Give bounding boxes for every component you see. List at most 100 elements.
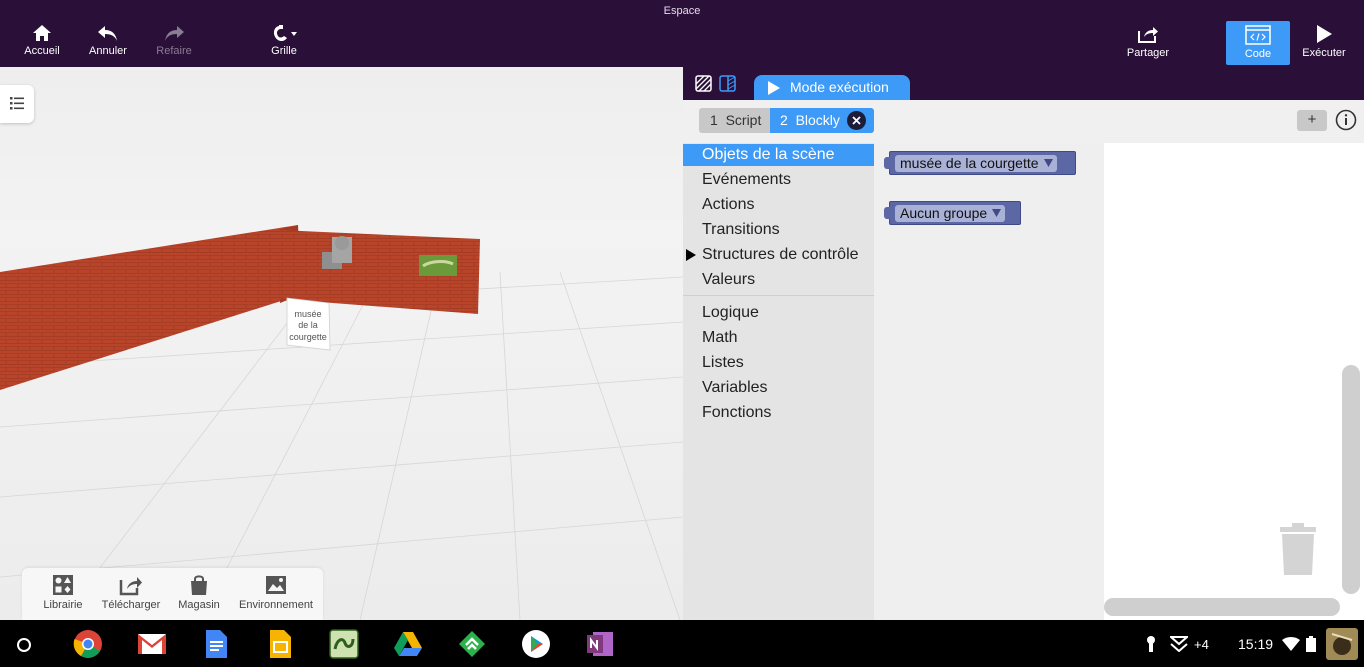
trash-icon[interactable] bbox=[1276, 521, 1320, 577]
clock[interactable]: 15:19 bbox=[1238, 636, 1273, 652]
list-icon bbox=[10, 97, 24, 110]
category-label: Logique bbox=[702, 304, 759, 321]
category-label: Listes bbox=[702, 354, 744, 371]
slides-icon[interactable] bbox=[265, 629, 295, 659]
redo-button[interactable]: Refaire bbox=[142, 24, 206, 57]
close-tab-button[interactable] bbox=[847, 111, 866, 130]
key-icon[interactable] bbox=[1143, 635, 1159, 653]
undo-button[interactable]: Annuler bbox=[76, 24, 140, 57]
run-button[interactable]: Exécuter bbox=[1292, 24, 1356, 59]
os-taskbar: +4 15:19 bbox=[0, 620, 1364, 667]
category-events[interactable]: Evénements bbox=[683, 169, 874, 191]
sign-line-2: de la bbox=[298, 320, 318, 330]
block-connector bbox=[884, 207, 891, 219]
library-button[interactable]: Librairie bbox=[40, 574, 86, 611]
feedly-icon[interactable] bbox=[457, 629, 487, 659]
app-icon-green[interactable] bbox=[329, 629, 359, 659]
wifi-icon[interactable] bbox=[1282, 636, 1300, 652]
category-functions[interactable]: Fonctions bbox=[683, 402, 874, 424]
tab-script[interactable]: 1 Script bbox=[699, 108, 770, 133]
panel-header: Mode exécution bbox=[683, 67, 1364, 100]
scene-list-button[interactable] bbox=[0, 85, 34, 123]
share-button[interactable]: Partager bbox=[1116, 24, 1180, 59]
blockly-toolbox: Objets de la scène Evénements Actions Tr… bbox=[683, 143, 874, 620]
play-store-icon[interactable] bbox=[521, 629, 551, 659]
category-label: Variables bbox=[702, 379, 768, 396]
info-icon[interactable] bbox=[1335, 109, 1357, 131]
drive-icon[interactable] bbox=[393, 629, 423, 659]
share-label: Partager bbox=[1126, 47, 1170, 59]
dropdown-arrow-icon bbox=[1043, 159, 1053, 167]
museum-sign[interactable]: musée de la courgette bbox=[286, 297, 331, 351]
scene-object-block[interactable]: musée de la courgette bbox=[884, 151, 1076, 175]
home-button[interactable]: Accueil bbox=[10, 24, 74, 57]
run-label: Exécuter bbox=[1302, 47, 1346, 59]
upload-button[interactable]: Télécharger bbox=[98, 574, 164, 611]
redo-label: Refaire bbox=[156, 45, 192, 57]
shopping-bag-icon bbox=[191, 575, 207, 595]
play-icon bbox=[1317, 25, 1332, 43]
category-logic[interactable]: Logique bbox=[683, 302, 874, 324]
category-lists[interactable]: Listes bbox=[683, 352, 874, 374]
toolbox-separator bbox=[683, 295, 874, 296]
library-icon bbox=[53, 575, 73, 595]
category-scene-objects[interactable]: Objets de la scène bbox=[683, 144, 874, 166]
category-math[interactable]: Math bbox=[683, 327, 874, 349]
scene-canvas[interactable]: musée de la courgette bbox=[0, 67, 683, 620]
add-script-button[interactable]: + bbox=[1297, 110, 1327, 131]
blockly-flyout: musée de la courgette Aucun groupe bbox=[874, 143, 1104, 620]
group-block[interactable]: Aucun groupe bbox=[884, 201, 1021, 225]
category-label: Actions bbox=[702, 196, 755, 213]
share-icon bbox=[1138, 27, 1158, 43]
home-label: Accueil bbox=[24, 45, 60, 57]
tab-script-label: 1 Script bbox=[710, 112, 762, 128]
split-view-icon[interactable] bbox=[695, 75, 712, 92]
panel-layout-icon[interactable] bbox=[719, 75, 736, 92]
environment-button[interactable]: Environnement bbox=[236, 574, 316, 611]
workspace-horizontal-scrollbar[interactable] bbox=[1104, 598, 1340, 616]
tab-blockly-label: 2 Blockly bbox=[780, 112, 840, 128]
category-label: Transitions bbox=[702, 221, 780, 238]
workspace-vertical-scrollbar[interactable] bbox=[1342, 365, 1360, 594]
code-icon bbox=[1245, 25, 1271, 45]
gmail-icon[interactable] bbox=[137, 629, 167, 659]
environment-label: Environnement bbox=[239, 599, 313, 611]
sign-line-1: musée bbox=[294, 309, 321, 319]
undo-label: Annuler bbox=[89, 45, 127, 57]
chrome-icon[interactable] bbox=[73, 629, 103, 659]
category-actions[interactable]: Actions bbox=[683, 194, 874, 216]
onenote-icon[interactable] bbox=[585, 629, 615, 659]
store-button[interactable]: Magasin bbox=[176, 574, 222, 611]
dropdown-arrow-icon bbox=[992, 209, 1002, 217]
scene-viewport[interactable]: musée de la courgette Librairie Téléchar… bbox=[0, 67, 683, 620]
bottom-dock: Librairie Télécharger Magasin Environnem… bbox=[22, 568, 323, 620]
battery-icon[interactable] bbox=[1306, 636, 1316, 652]
home-icon bbox=[33, 25, 51, 41]
run-mode-label: Mode exécution bbox=[790, 79, 889, 95]
tab-blockly[interactable]: 2 Blockly bbox=[770, 108, 874, 133]
landscape-icon bbox=[266, 576, 286, 594]
category-label: Structures de contrôle bbox=[702, 246, 859, 263]
object-dropdown[interactable]: musée de la courgette bbox=[895, 155, 1057, 172]
category-control-structures[interactable]: Structures de contrôle bbox=[683, 244, 874, 266]
user-avatar[interactable] bbox=[1326, 628, 1358, 660]
notification-count[interactable]: +4 bbox=[1194, 637, 1209, 652]
zucchini-painting[interactable] bbox=[419, 255, 457, 276]
category-values[interactable]: Valeurs bbox=[683, 269, 874, 291]
docs-icon[interactable] bbox=[201, 629, 231, 659]
grid-snap-button[interactable]: Grille bbox=[252, 24, 316, 57]
group-dropdown-value: Aucun groupe bbox=[900, 205, 988, 221]
notification-icon[interactable] bbox=[1170, 636, 1188, 652]
category-variables[interactable]: Variables bbox=[683, 377, 874, 399]
sign-line-3: courgette bbox=[289, 332, 327, 342]
blockly-workspace[interactable] bbox=[1104, 143, 1364, 620]
group-dropdown[interactable]: Aucun groupe bbox=[895, 205, 1006, 222]
top-toolbar: Espace Accueil Annuler Refaire Grille Pa… bbox=[0, 0, 1364, 67]
category-label: Objets de la scène bbox=[702, 146, 835, 163]
category-label: Valeurs bbox=[702, 271, 756, 288]
code-panel: Mode exécution 1 Script 2 Blockly + Obje… bbox=[683, 67, 1364, 620]
category-transitions[interactable]: Transitions bbox=[683, 219, 874, 241]
run-mode-tab[interactable]: Mode exécution bbox=[754, 75, 910, 100]
code-button[interactable]: Code bbox=[1226, 21, 1290, 65]
launcher-icon[interactable] bbox=[14, 635, 34, 655]
